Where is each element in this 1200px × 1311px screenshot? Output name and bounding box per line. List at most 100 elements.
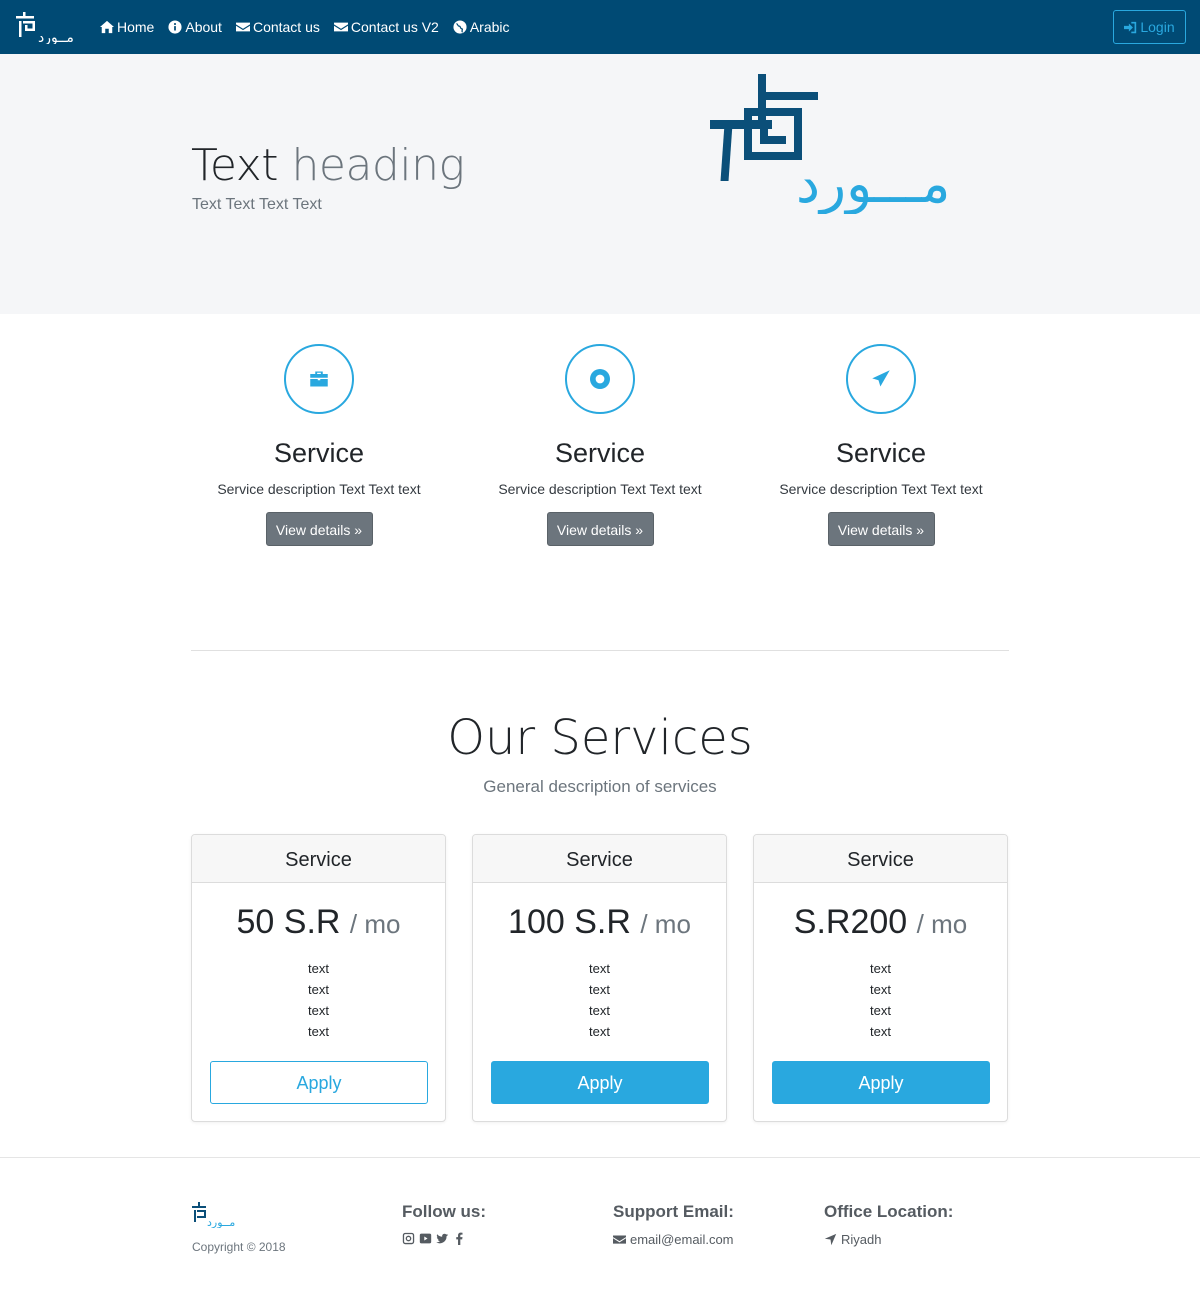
briefcase-icon [310,371,328,387]
card-price: 50 S.R / mo [192,903,445,942]
nav-arabic-label: Arabic [469,19,510,35]
feature-title: Service [273,438,365,468]
pricing-card-1: Service 50 S.R / mo text text text text … [191,834,446,1122]
feature-service-2: Service Service description Text Text te… [475,344,725,546]
feature-description: Service description Text Text text [498,481,702,497]
office-location: Riyadh [824,1232,953,1247]
nav-contact-label: Contact us [252,19,320,35]
instagram-icon[interactable] [402,1232,415,1245]
apply-button[interactable]: Apply [491,1061,709,1104]
feature-description: Service description Text Text text [779,481,983,497]
feature-description: Service description Text Text text [217,481,421,497]
support-email: email@email.com [630,1232,734,1247]
nav-home[interactable]: Home [100,19,154,35]
feature-icon-circle [846,344,916,414]
price-value: 50 S.R [236,903,341,941]
nav-home-label: Home [117,19,155,35]
price-value: 100 S.R [508,903,631,941]
view-details-button[interactable]: View details » [265,512,373,546]
envelope-icon [235,22,250,32]
home-icon [100,20,114,34]
youtube-icon[interactable] [419,1232,432,1245]
location-arrow-icon [824,1233,837,1246]
hero-section: Text heading Text Text Text Text ﻣـــﻮرد [0,54,1200,314]
hero-title: Text heading [191,140,465,191]
price-period: / mo [640,909,691,939]
list-item: text [589,982,610,997]
nav-links: Home About Contact us Contact us V2 Arab… [100,0,524,54]
feature-service-1: Service Service description Text Text te… [194,344,444,546]
card-feature-list: text text text text [754,958,1007,1042]
pricing-subtitle: General description of services [483,777,717,796]
life-ring-icon [590,369,610,389]
envelope-icon [333,22,348,32]
nav-contact-v2[interactable]: Contact us V2 [333,19,439,35]
support-title: Support Email: [613,1202,734,1221]
price-period: / mo [916,909,968,939]
pricing-card-3: Service S.R200 / mo text text text text … [753,834,1008,1122]
view-details-button[interactable]: View details » [827,512,935,546]
list-item: text [308,982,329,997]
feature-service-3: Service Service description Text Text te… [756,344,1006,546]
card-header: Service [754,835,1007,883]
list-item: text [308,1003,329,1018]
pricing-title: Our Services [447,710,753,766]
paper-plane-icon [872,370,890,387]
list-item: text [870,961,891,976]
hero-title-muted: heading [291,140,465,191]
svg-text:ﻣــﻮرد: ﻣــﻮرد [207,1216,235,1228]
apply-button[interactable]: Apply [210,1061,428,1104]
office-title: Office Location: [824,1202,954,1221]
price-period: / mo [349,909,401,939]
navbar: ﻣــﻮرد Home About Contact us Contact us … [0,0,1200,54]
sign-in-icon [1124,21,1137,33]
card-price: 100 S.R / mo [473,903,726,942]
facebook-icon[interactable] [453,1232,466,1245]
nav-about[interactable]: About [168,19,222,35]
section-divider [191,650,1009,651]
card-header: Service [192,835,445,883]
list-item: text [589,1003,610,1018]
support-email-link[interactable]: email@email.com [613,1232,734,1247]
info-icon [168,20,182,34]
hero-logo: ﻣـــﻮرد [710,74,950,214]
list-item: text [870,982,891,997]
pricing-card-2: Service 100 S.R / mo text text text text… [472,834,727,1122]
svg-text:ﻣــﻮرد: ﻣــﻮرد [38,30,74,44]
feature-title: Service [554,438,646,468]
list-item: text [308,961,329,976]
brand-logo[interactable]: ﻣــﻮرد [16,12,82,44]
envelope-icon [613,1235,626,1244]
footer-follow: Follow us: [402,1202,486,1245]
list-item: text [870,1024,891,1039]
apply-button[interactable]: Apply [772,1061,990,1104]
footer-logo: ﻣــﻮرد [192,1202,235,1228]
nav-contact[interactable]: Contact us [235,19,320,35]
footer-office: Office Location: Riyadh [824,1202,953,1247]
card-feature-list: text text text text [473,958,726,1042]
twitter-icon[interactable] [436,1232,449,1245]
nav-about-label: About [185,19,222,35]
login-label: Login [1140,19,1175,35]
card-price: S.R200 / mo [754,903,1007,942]
list-item: text [589,961,610,976]
feature-icon-circle [284,344,354,414]
list-item: text [308,1024,329,1039]
social-icons [402,1232,486,1245]
nav-contact-v2-label: Contact us V2 [350,19,439,35]
svg-text:ﻣـــﻮرد: ﻣـــﻮرد [796,152,950,214]
office-location-text: Riyadh [841,1232,882,1247]
login-button[interactable]: Login [1113,10,1186,44]
feature-title: Service [835,438,927,468]
view-details-button[interactable]: View details » [546,512,654,546]
footer-support: Support Email: email@email.com [613,1202,734,1247]
list-item: text [870,1003,891,1018]
price-value: S.R200 [793,903,908,941]
footer-divider [0,1157,1200,1158]
feature-icon-circle [565,344,635,414]
globe-icon [453,20,467,34]
follow-title: Follow us: [402,1202,487,1221]
hero-title-main: Text [191,140,279,191]
copyright-text: Copyright © 2018 [192,1240,286,1254]
nav-arabic[interactable]: Arabic [453,19,510,35]
